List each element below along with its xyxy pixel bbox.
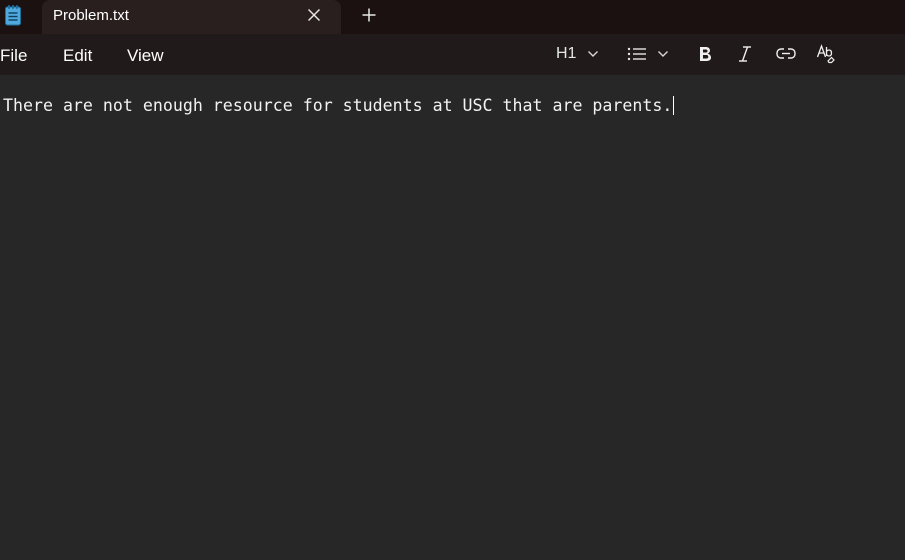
text-caret bbox=[673, 96, 675, 115]
menu-edit[interactable]: Edit bbox=[63, 46, 92, 66]
clear-formatting-icon bbox=[816, 44, 836, 64]
menu-bar: File Edit View H1 bbox=[0, 34, 905, 75]
link-icon bbox=[776, 47, 796, 61]
list-dropdown[interactable] bbox=[627, 42, 669, 66]
heading-dropdown[interactable]: H1 bbox=[556, 42, 599, 66]
text-editor[interactable]: There are not enough resource for studen… bbox=[0, 75, 905, 560]
tab-problem-txt[interactable]: Problem.txt bbox=[42, 0, 341, 34]
title-bar: Problem.txt bbox=[0, 0, 905, 34]
italic-button[interactable] bbox=[737, 42, 753, 66]
clear-formatting-button[interactable] bbox=[816, 42, 836, 66]
plus-icon bbox=[362, 8, 376, 22]
editor-content: There are not enough resource for studen… bbox=[3, 96, 675, 115]
notepad-icon bbox=[4, 4, 22, 26]
bold-button[interactable] bbox=[697, 42, 713, 66]
new-tab-button[interactable] bbox=[360, 6, 378, 24]
bold-icon bbox=[697, 45, 713, 63]
heading-level-label: H1 bbox=[556, 45, 577, 62]
close-icon[interactable] bbox=[306, 7, 322, 23]
menu-view[interactable]: View bbox=[127, 46, 164, 66]
document-text: There are not enough resource for studen… bbox=[3, 96, 673, 115]
chevron-down-icon bbox=[587, 50, 599, 58]
italic-icon bbox=[737, 45, 753, 63]
menu-file[interactable]: File bbox=[0, 46, 27, 66]
chevron-down-icon bbox=[657, 50, 669, 58]
bulleted-list-icon bbox=[627, 46, 647, 62]
tab-title: Problem.txt bbox=[53, 7, 129, 24]
link-button[interactable] bbox=[776, 42, 796, 66]
